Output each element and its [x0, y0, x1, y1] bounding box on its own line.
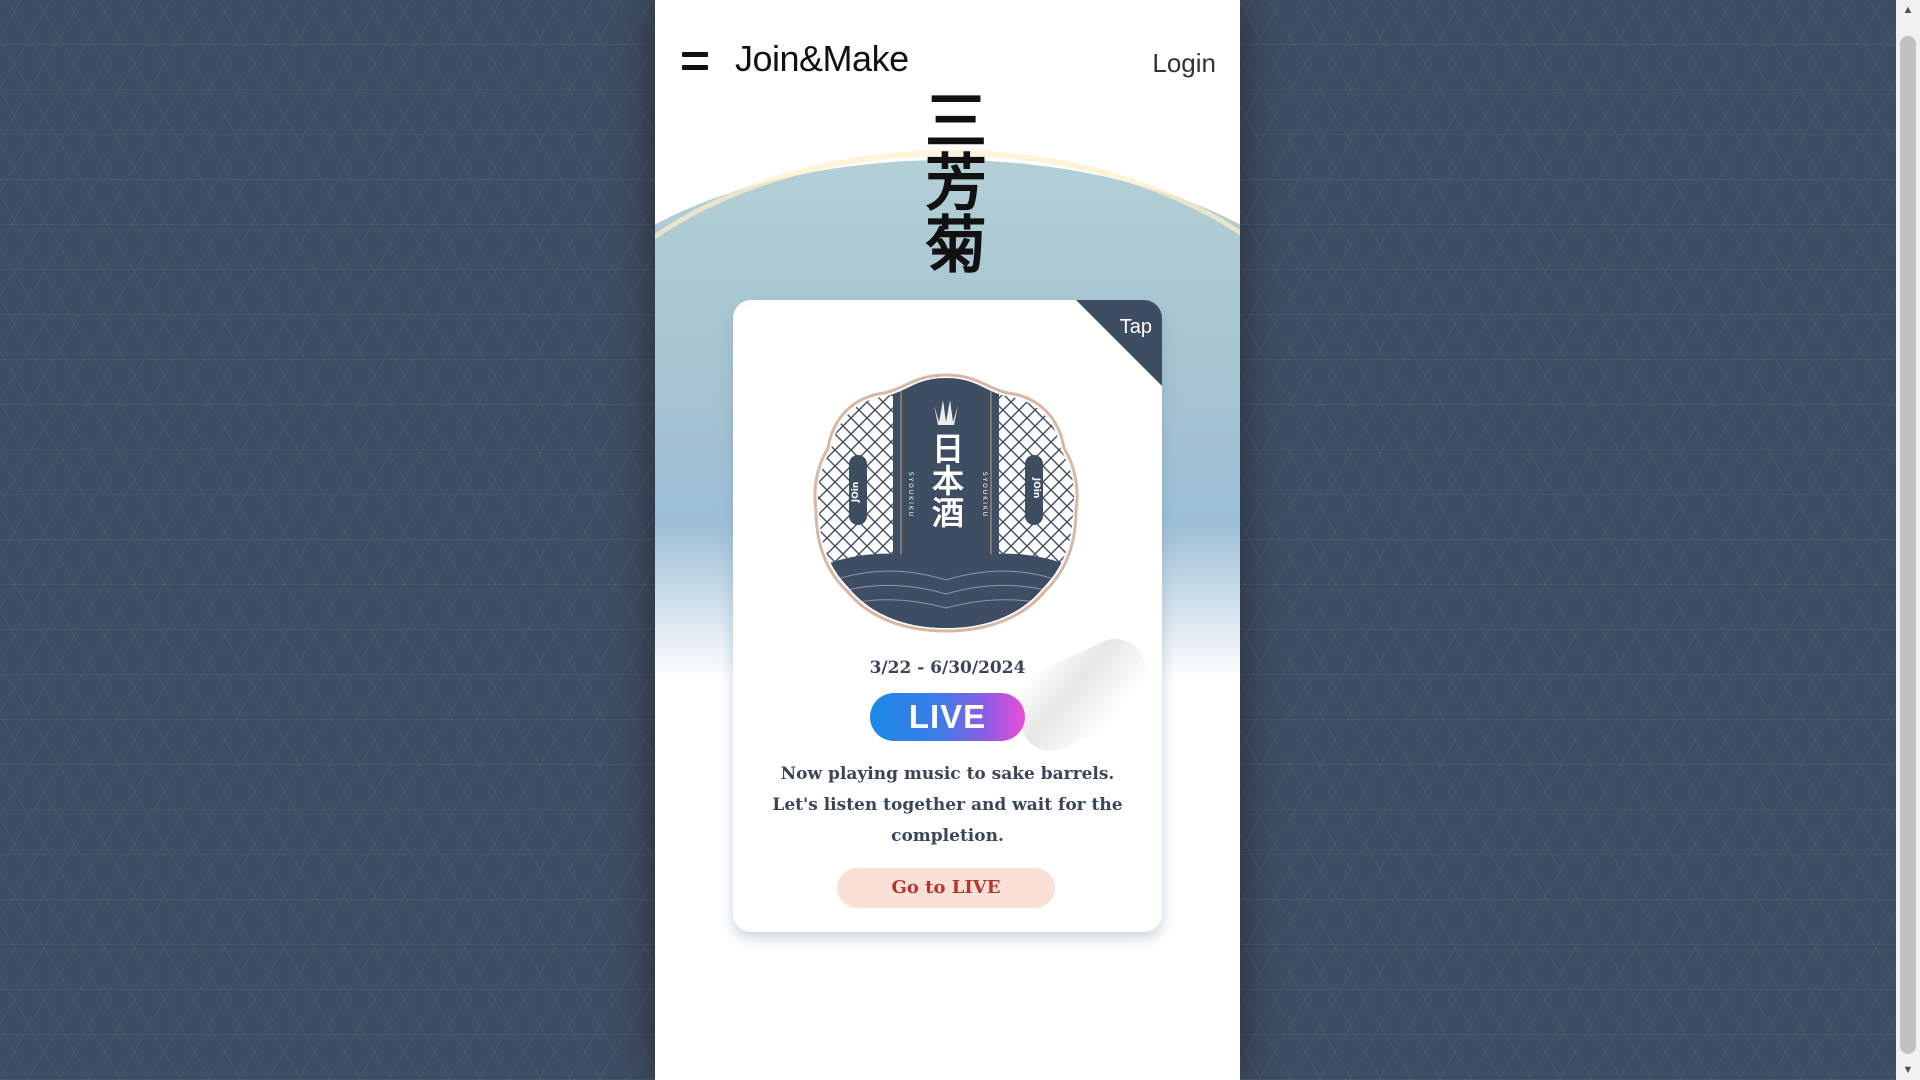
- go-to-live-button[interactable]: Go to LIVE: [837, 868, 1055, 908]
- phone-frame: Join&Make Login 三芳菊 Tap 日本酒 JOin JOin SY…: [655, 0, 1240, 1080]
- event-card[interactable]: Tap 日本酒 JOin JOin SYOUKIKU SYOUKIKU 3/22…: [733, 300, 1162, 932]
- sake-badge-emblem: 日本酒 JOin JOin SYOUKIKU SYOUKIKU: [813, 373, 1079, 633]
- brand-calligraphy: 三芳菊: [900, 88, 1000, 274]
- scroll-up-arrow-icon[interactable]: ▲: [1896, 0, 1920, 20]
- menu-icon[interactable]: [682, 52, 708, 72]
- scrollbar-thumb[interactable]: [1900, 36, 1916, 1054]
- brush-stroke-decoration: [1002, 629, 1162, 761]
- message-line-2: Let's listen together and wait for the: [772, 795, 1123, 815]
- badge-center-text: 日本酒: [927, 432, 965, 528]
- message-line-1: Now playing music to sake barrels.: [780, 764, 1115, 784]
- badge-side-text-left: SYOUKIKU: [907, 472, 914, 518]
- live-badge: LIVE: [870, 693, 1025, 741]
- badge-side-text-right: SYOUKIKU: [981, 472, 988, 518]
- login-link[interactable]: Login: [1152, 48, 1216, 79]
- calligraphy-text: 三芳菊: [914, 88, 987, 274]
- event-dates: 3/22 - 6/30/2024: [869, 658, 1026, 678]
- event-message: Now playing music to sake barrels. Let's…: [753, 759, 1142, 852]
- page-scrollbar[interactable]: ▲ ▼: [1896, 0, 1920, 1080]
- badge-tag-left: JOin: [851, 482, 861, 504]
- scroll-down-arrow-icon[interactable]: ▼: [1896, 1060, 1920, 1080]
- tap-label[interactable]: Tap: [1120, 316, 1152, 339]
- site-logo[interactable]: Join&Make: [735, 38, 909, 80]
- badge-tag-right: JOin: [1031, 477, 1041, 499]
- tap-corner-tab[interactable]: [1076, 300, 1162, 386]
- message-line-3: completion.: [891, 826, 1004, 846]
